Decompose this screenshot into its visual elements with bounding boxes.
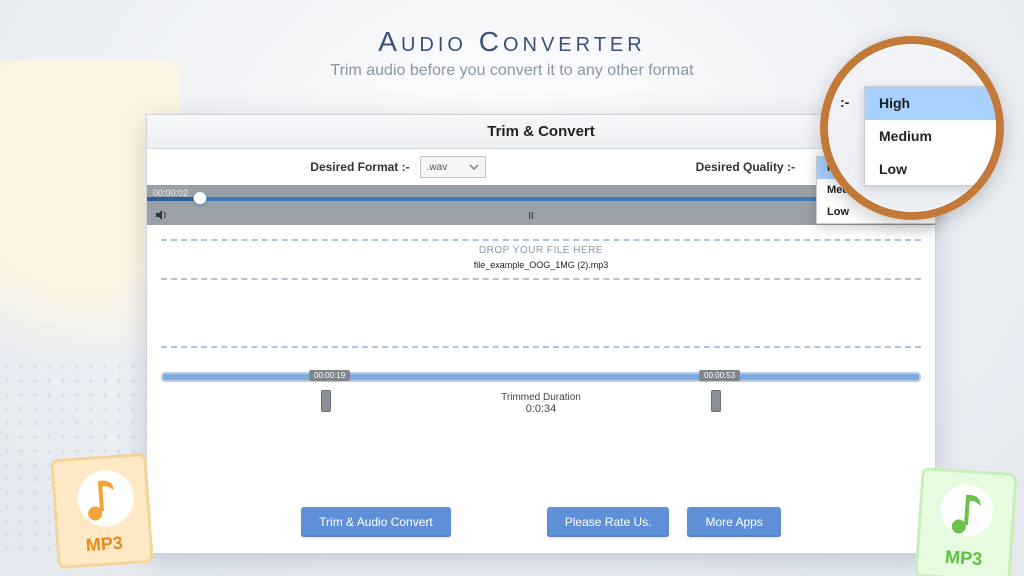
- trim-slider[interactable]: 00:00:19 00:00:53 Trimmed Duration 0:0:3…: [161, 372, 921, 415]
- trim-start-handle[interactable]: [321, 390, 331, 412]
- progress-thumb[interactable]: [193, 191, 207, 205]
- quality-lens-label: :-: [840, 94, 849, 110]
- trimmed-duration-value: 0:0:34: [161, 403, 921, 415]
- music-note-icon: [948, 490, 985, 536]
- mp3-text: MP3: [85, 533, 123, 557]
- volume-icon[interactable]: [153, 209, 171, 223]
- trim-end-handle[interactable]: [711, 390, 721, 412]
- quality-option-low-zoom[interactable]: Low: [865, 153, 1001, 186]
- rate-us-button[interactable]: Please Rate Us.: [547, 507, 670, 537]
- progress-fill: [147, 197, 199, 201]
- mp3-badge-right: MP3: [914, 467, 1017, 576]
- trimmed-duration-label: Trimmed Duration: [161, 392, 921, 403]
- chevron-down-icon: [469, 162, 479, 172]
- mp3-badge-left: MP3: [50, 453, 153, 569]
- music-note-icon: [83, 476, 120, 522]
- divider-dashed: [161, 346, 921, 348]
- format-label: Desired Format :-: [310, 160, 409, 174]
- action-buttons: Trim & Audio Convert Please Rate Us. Mor…: [147, 507, 935, 537]
- mp3-text: MP3: [944, 547, 982, 571]
- drop-zone[interactable]: DROP YOUR FILE HERE file_example_OOG_1MG…: [147, 239, 935, 280]
- divider-dashed: [161, 239, 921, 241]
- format-select[interactable]: .wav: [420, 156, 486, 178]
- quality-option-high-zoom[interactable]: High: [865, 87, 1001, 120]
- quality-label: Desired Quality :-: [696, 160, 795, 174]
- pause-button[interactable]: II: [171, 211, 891, 222]
- trim-end-flag: 00:00:53: [699, 370, 740, 381]
- quality-zoom-lens: :- High Medium Low: [820, 36, 1004, 220]
- window-title: Trim & Convert: [147, 115, 935, 149]
- quality-option-medium-zoom[interactable]: Medium: [865, 120, 1001, 153]
- more-apps-button[interactable]: More Apps: [687, 507, 780, 537]
- trim-convert-button[interactable]: Trim & Audio Convert: [301, 507, 451, 537]
- dropped-filename: file_example_OOG_1MG (2).mp3: [147, 260, 935, 270]
- trim-track[interactable]: [161, 372, 921, 382]
- trim-start-flag: 00:00:19: [309, 370, 350, 381]
- quality-dropdown-zoomed: High Medium Low: [864, 86, 1002, 186]
- drop-prompt: DROP YOUR FILE HERE: [147, 245, 935, 256]
- format-value: .wav: [427, 162, 448, 173]
- divider-dashed: [161, 278, 921, 280]
